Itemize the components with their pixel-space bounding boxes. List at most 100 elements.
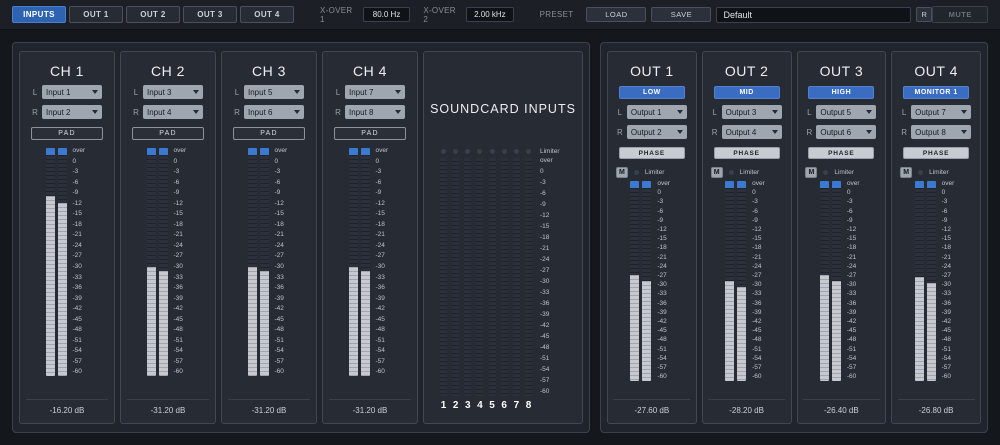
output-select-value: Output 3 <box>725 107 757 117</box>
output-select-left[interactable]: Output 3 <box>721 105 782 119</box>
output-select-left[interactable]: Output 5 <box>816 105 877 119</box>
level-meter-right <box>259 148 269 376</box>
left-label: L <box>32 87 38 97</box>
scale-label: -51 <box>540 355 550 363</box>
scale-label: -27 <box>657 272 667 280</box>
scale-label: -30 <box>657 281 667 289</box>
soundcard-channel-5: 5 <box>488 148 496 413</box>
tab-inputs[interactable]: INPUTS <box>12 6 66 23</box>
scale-label: -24 <box>752 262 762 270</box>
tab-out-4[interactable]: OUT 4 <box>240 6 294 23</box>
scale-label: -54 <box>752 354 762 362</box>
level-readout: -28.20 dB <box>708 399 786 423</box>
level-meter-left <box>725 181 735 381</box>
level-readout: -16.20 dB <box>25 399 109 423</box>
input-select-left[interactable]: Input 1 <box>42 85 102 99</box>
input-select-right[interactable]: Input 4 <box>143 105 203 119</box>
scale-label: -9 <box>274 189 281 197</box>
channel-mute-button[interactable]: M <box>615 167 628 178</box>
db-scale: over 0 -3 -6 -9 -12 -15 -18 -21 -24 -27 -30 -33 -36 -3… <box>941 180 958 381</box>
scale-label: 0 <box>657 189 661 197</box>
phase-button[interactable]: PHASE <box>713 147 780 159</box>
input-select-left[interactable]: Input 7 <box>345 85 405 99</box>
xover2-value-field[interactable]: 2.00 kHz <box>466 7 514 22</box>
level-meters <box>819 181 841 381</box>
phase-button[interactable]: PHASE <box>903 147 970 159</box>
load-button[interactable]: LOAD <box>586 7 647 22</box>
db-scale: over 0 -3 -6 -9 -12 -15 -18 -21 -24 -27 -30 -33 -36 -3… <box>540 157 556 396</box>
chevron-down-icon <box>961 110 968 114</box>
band-button[interactable]: MONITOR 1 <box>903 86 970 99</box>
scale-label: -51 <box>657 345 667 353</box>
channel-title: CH 2 <box>151 63 185 79</box>
xover1-value-field[interactable]: 80.0 Hz <box>362 7 411 22</box>
limiter-led-icon <box>476 148 484 155</box>
channel-mute-button[interactable]: M <box>710 167 723 178</box>
input-select-right[interactable]: Input 2 <box>42 105 102 119</box>
right-label: R <box>32 107 38 117</box>
scale-label: -3 <box>274 168 281 176</box>
scale-label: -21 <box>173 231 183 239</box>
output-select-right[interactable]: Output 2 <box>626 125 687 139</box>
meter-block: over 0 -3 -6 -9 -12 -15 -18 -21 -24 -27 -30 -33 -36 -3… <box>630 180 673 381</box>
output-select-left[interactable]: Output 1 <box>626 105 687 119</box>
preset-recall-button[interactable]: R <box>916 7 933 22</box>
scale-label: -6 <box>274 178 281 186</box>
scale-label: -15 <box>657 235 667 243</box>
meter-over-cap <box>259 148 269 155</box>
input-select-right[interactable]: Input 8 <box>345 105 405 119</box>
preset-group: PRESET LOAD SAVE R <box>540 6 933 23</box>
output-select-right[interactable]: Output 4 <box>721 125 782 139</box>
input-select-right[interactable]: Input 6 <box>244 105 304 119</box>
band-button[interactable]: HIGH <box>808 86 875 99</box>
meter-header: M Limiter <box>805 167 877 178</box>
phase-button[interactable]: PHASE <box>808 147 875 159</box>
meter-fill <box>914 277 924 381</box>
scale-label: -39 <box>173 294 183 302</box>
input-select-left[interactable]: Input 5 <box>244 85 304 99</box>
limiter-label: Limiter <box>929 169 949 176</box>
soundcard-channel-number: 4 <box>477 400 483 411</box>
channel-mute-button[interactable]: M <box>900 167 913 178</box>
output-row-left: L Output 1 <box>617 105 687 119</box>
save-button[interactable]: SAVE <box>651 7 712 22</box>
meter-fill <box>45 195 55 376</box>
scale-label: -57 <box>72 357 82 365</box>
output-select-value: Output 5 <box>820 107 852 117</box>
scale-label: -21 <box>72 231 82 239</box>
preset-name-input[interactable] <box>716 6 912 23</box>
tab-out-3[interactable]: OUT 3 <box>183 6 237 23</box>
input-row-right: R Input 4 <box>133 105 203 119</box>
scale-label: over <box>941 180 955 187</box>
tab-out-1[interactable]: OUT 1 <box>69 6 123 23</box>
phase-button[interactable]: PHASE <box>618 147 685 159</box>
scale-label: over <box>657 180 671 187</box>
scale-label: -39 <box>274 294 284 302</box>
soundcard-channel-number: 6 <box>501 400 507 411</box>
main-area: CH 1 L Input 1 R Input 2 PAD over 0 -3 -… <box>0 30 1000 445</box>
limiter-led-icon <box>917 169 925 176</box>
db-scale: over 0 -3 -6 -9 -12 -15 -18 -21 -24 -27 -30 -33 -36 -3… <box>173 147 190 376</box>
meter-header: M Limiter <box>900 167 972 178</box>
output-select-left[interactable]: Output 7 <box>911 105 972 119</box>
pad-button[interactable]: PAD <box>233 127 305 140</box>
pad-button[interactable]: PAD <box>132 127 204 140</box>
output-select-value: Output 7 <box>915 107 946 117</box>
left-label: L <box>617 107 623 117</box>
pad-button[interactable]: PAD <box>31 127 103 140</box>
input-select-left[interactable]: Input 3 <box>143 85 203 99</box>
tab-out-2[interactable]: OUT 2 <box>126 6 180 23</box>
scale-label: -12 <box>752 226 762 234</box>
input-select-value: Input 4 <box>147 107 172 117</box>
soundcard-channel-1: 1 <box>440 148 447 413</box>
chevron-down-icon <box>395 110 401 114</box>
scale-label: -54 <box>274 347 284 355</box>
pad-button[interactable]: PAD <box>334 127 406 140</box>
scale-label: over <box>274 147 288 154</box>
band-button[interactable]: LOW <box>618 86 685 99</box>
band-button[interactable]: MID <box>713 86 780 99</box>
mute-button[interactable]: MUTE <box>932 6 988 23</box>
output-select-right[interactable]: Output 6 <box>816 125 877 139</box>
output-select-right[interactable]: Output 8 <box>911 125 972 139</box>
channel-mute-button[interactable]: M <box>805 167 818 178</box>
